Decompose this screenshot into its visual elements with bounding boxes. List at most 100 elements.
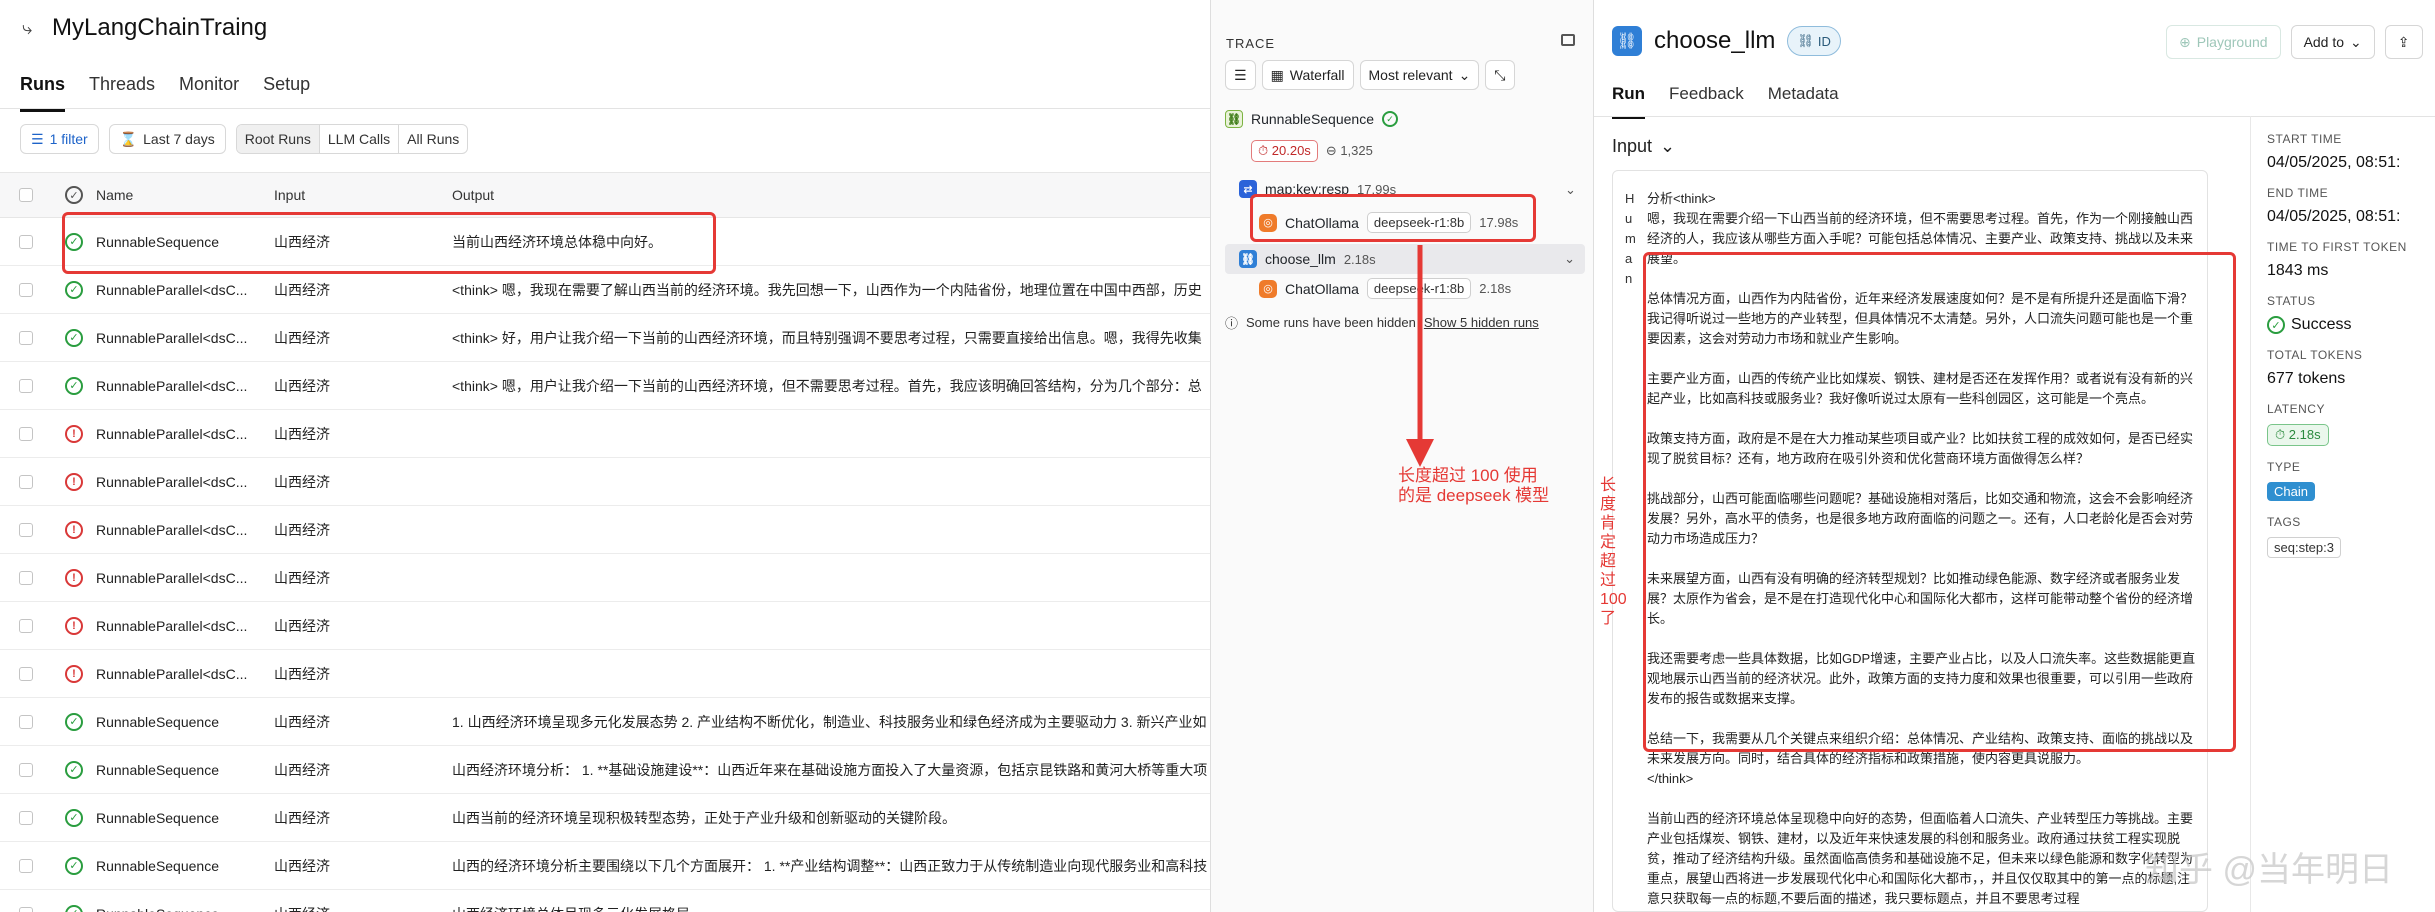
llm-calls-option[interactable]: LLM Calls (320, 125, 400, 153)
tab-setup[interactable]: Setup (263, 74, 310, 112)
error-icon: ! (65, 616, 83, 635)
show-hidden-runs-link[interactable]: Show 5 hidden runs (1424, 315, 1539, 330)
row-checkbox[interactable] (19, 234, 33, 249)
collapse-panel-icon[interactable] (1561, 34, 1575, 46)
node-latency: 2.18s (1343, 251, 1376, 267)
waterfall-button[interactable]: ▦ Waterfall (1261, 60, 1354, 90)
table-row[interactable]: ! RunnableParallel<dsC... 山西经济 (0, 458, 1210, 506)
row-checkbox[interactable] (19, 762, 33, 777)
watermark: 知乎 @当年明日 (2145, 851, 2393, 889)
status-header-icon: ✓ (65, 186, 83, 204)
expand-map-icon[interactable]: ⌄ (1565, 182, 1576, 198)
row-checkbox[interactable] (19, 570, 33, 585)
success-icon: ✓ (2267, 316, 2285, 334)
filter-button[interactable]: ☰ 1 filter (20, 124, 99, 154)
success-icon: ✓ (65, 904, 83, 912)
table-row[interactable]: ! RunnableParallel<dsC... 山西经济 (0, 506, 1210, 554)
waterfall-label: Waterfall (1289, 67, 1345, 83)
table-row[interactable]: ! RunnableParallel<dsC... 山西经济 (0, 554, 1210, 602)
tab-monitor[interactable]: Monitor (179, 74, 239, 112)
trace-node-llm-2[interactable]: ◎ ChatOllama deepseek-r1:8b 2.18s (1259, 278, 1511, 299)
table-row[interactable]: ! RunnableParallel<dsC... 山西经济 (0, 410, 1210, 458)
playground-button[interactable]: ⊕ Playground (2166, 25, 2281, 59)
share-button[interactable]: ⇪ (2384, 25, 2423, 59)
ttft-label: TIME TO FIRST TOKEN (2267, 240, 2407, 254)
row-checkbox[interactable] (19, 378, 33, 393)
expand-choose-icon[interactable]: ⌄ (1564, 251, 1575, 267)
link-icon: ⛓ (1239, 250, 1257, 268)
column-name[interactable]: Name (96, 187, 274, 203)
run-metadata-sidebar: START TIME 04/05/2025, 08:51: END TIME 0… (2250, 116, 2435, 912)
input-section-toggle[interactable]: Input ⌄ (1612, 136, 1675, 157)
run-name: RunnableSequence (96, 713, 219, 730)
tab-metadata[interactable]: Metadata (1768, 84, 1839, 119)
success-icon: ✓ (1382, 111, 1398, 127)
compress-icon: ⤡ (1494, 66, 1506, 83)
project-title: MyLangChainTraing (52, 14, 268, 41)
row-checkbox[interactable] (19, 858, 33, 873)
tab-feedback[interactable]: Feedback (1669, 84, 1744, 119)
success-icon: ✓ (65, 328, 83, 347)
table-row[interactable]: ✓ RunnableSequence 山西经济 1. 山西经济环境呈现多元化发展态势 … (0, 698, 1210, 746)
root-runs-option[interactable]: Root Runs (236, 125, 320, 153)
tags-label: TAGS (2267, 515, 2301, 529)
date-range-label: Last 7 days (143, 131, 215, 147)
sort-select[interactable]: Most relevant ⌄ (1359, 60, 1480, 90)
run-input: 山西经济 (274, 904, 452, 912)
side-note: 长 度 肯 定 超 过 100 了 (1600, 477, 1627, 627)
run-input: 山西经济 (274, 425, 330, 442)
table-row[interactable]: ✓ RunnableSequence 山西经济 山西当前的经济环境呈现积极转型态势，正… (0, 794, 1210, 842)
success-icon: ✓ (65, 856, 83, 875)
chevron-down-icon: ⌄ (2350, 33, 2362, 50)
trace-node-root[interactable]: ⛓ RunnableSequence ✓ (1225, 110, 1398, 128)
run-input: 山西经济 (274, 809, 330, 826)
row-checkbox[interactable] (19, 426, 33, 441)
playground-label: Playground (2196, 34, 2268, 50)
highlight-box-row (62, 212, 716, 274)
date-range-button[interactable]: ⌛ Last 7 days (108, 124, 226, 154)
run-name: RunnableParallel<dsC... (96, 521, 248, 538)
column-output[interactable]: Output (452, 187, 1210, 203)
table-row[interactable]: ✓ RunnableSequence 山西经济 山西经济环境分析： 1. **基础设施… (0, 746, 1210, 794)
row-checkbox[interactable] (19, 282, 33, 297)
row-checkbox[interactable] (19, 666, 33, 681)
collapse-all-button[interactable]: ⤡ (1485, 60, 1515, 90)
copy-id-button[interactable]: ⛓ ID (1787, 26, 1841, 56)
end-time-value: 04/05/2025, 08:51: (2267, 208, 2401, 225)
table-row[interactable]: ! RunnableParallel<dsC... 山西经济 (0, 602, 1210, 650)
run-output: 山西当前的经济环境呈现积极转型态势，正处于产业升级和创新驱动的关键阶段。 (452, 809, 956, 826)
tab-threads[interactable]: Threads (89, 74, 155, 112)
run-output: <think> 好，用户让我介绍一下当前的山西经济环境，而且特别强调不要思考过程… (452, 329, 1202, 346)
row-checkbox[interactable] (19, 474, 33, 489)
row-checkbox[interactable] (19, 618, 33, 633)
tab-runs[interactable]: Runs (20, 74, 65, 112)
row-checkbox[interactable] (19, 714, 33, 729)
table-row[interactable]: ! RunnableParallel<dsC... 山西经济 (0, 650, 1210, 698)
trace-node-root-stats: ⏱ 20.20s ⊖ 1,325 (1251, 140, 1373, 162)
tab-run[interactable]: Run (1612, 84, 1646, 119)
row-checkbox[interactable] (19, 330, 33, 345)
ollama-icon: ◎ (1259, 279, 1277, 298)
trace-filter-button[interactable]: ☰ (1225, 60, 1256, 90)
run-input: 山西经济 (274, 569, 330, 586)
table-row[interactable]: ✓ RunnableSequence 山西经济 山西的经济环境分析主要围绕以下几个方面… (0, 842, 1210, 890)
row-checkbox[interactable] (19, 522, 33, 537)
total-tokens-value: 677 tokens (2267, 370, 2346, 387)
column-input[interactable]: Input (274, 187, 452, 203)
row-checkbox[interactable] (19, 906, 33, 912)
hidden-runs-note: ⓘ Some runs have been hidden Show 5 hidd… (1225, 313, 1539, 332)
hidden-runs-text: Some runs have been hidden (1246, 315, 1416, 330)
table-row[interactable]: ✓ RunnableParallel<dsC... 山西经济 <think> 嗯，用户… (0, 362, 1210, 410)
link-icon: ⛓ (1612, 26, 1642, 56)
table-row[interactable]: ✓ RunnableParallel<dsC... 山西经济 <think> 好，用户… (0, 314, 1210, 362)
all-runs-option[interactable]: All Runs (399, 125, 467, 153)
table-body: ✓ RunnableSequence 山西经济 当前山西经济环境总体稳中向好。 ✓ Run… (0, 218, 1210, 912)
status-value: ✓ Success (2267, 316, 2351, 334)
run-name: RunnableParallel<dsC... (96, 377, 248, 394)
tabs-divider (0, 108, 1210, 109)
add-to-button[interactable]: Add to ⌄ (2290, 25, 2375, 59)
success-icon: ✓ (65, 712, 83, 731)
select-all-checkbox[interactable] (19, 188, 33, 202)
row-checkbox[interactable] (19, 810, 33, 825)
table-row[interactable]: ✓ RunnableSequence山西经济山西经济环境总体呈现多元化发展格局，.… (0, 890, 1210, 912)
